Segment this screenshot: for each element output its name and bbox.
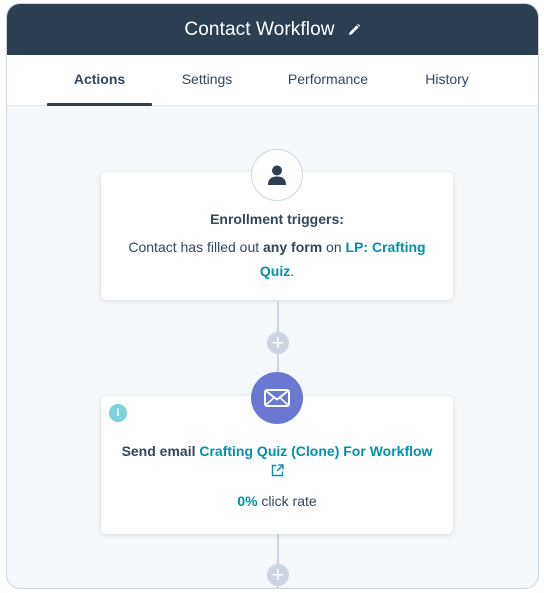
external-link-icon[interactable] <box>101 464 453 477</box>
tab-bar: Actions Settings Performance History <box>7 55 538 106</box>
envelope-icon <box>251 372 303 424</box>
trigger-any-form: any form <box>263 239 323 255</box>
workflow-title: Contact Workflow <box>184 18 335 40</box>
send-email-label: Send email <box>121 443 200 459</box>
tab-settings-label: Settings <box>181 71 233 87</box>
add-action-button[interactable]: + <box>267 332 289 354</box>
info-badge-text: i <box>116 407 120 419</box>
trigger-text-middle: on <box>322 239 346 255</box>
add-action-button[interactable]: + <box>267 564 289 586</box>
email-description: Send email Crafting Quiz (Clone) For Wor… <box>115 440 439 462</box>
tab-actions[interactable]: Actions <box>47 55 152 106</box>
trigger-title: Enrollment triggers: <box>210 211 344 227</box>
workflow-canvas: Enrollment triggers: Contact has filled … <box>7 106 538 588</box>
workflow-header: Contact Workflow <box>7 4 538 55</box>
tab-settings[interactable]: Settings <box>167 55 247 105</box>
pencil-icon[interactable] <box>347 23 361 37</box>
trigger-description: Contact has filled out any form on LP: C… <box>115 235 439 283</box>
email-name-link[interactable]: Crafting Quiz (Clone) For Workflow <box>199 443 432 459</box>
tab-performance-label: Performance <box>287 71 369 87</box>
tab-actions-label: Actions <box>73 71 126 87</box>
tab-performance[interactable]: Performance <box>272 55 384 105</box>
click-rate-value[interactable]: 0% <box>237 493 257 509</box>
info-icon[interactable]: i <box>109 404 127 422</box>
trigger-text-suffix: . <box>290 263 295 279</box>
tab-history[interactable]: History <box>412 55 482 105</box>
click-rate-stat: 0% click rate <box>101 493 453 509</box>
trigger-text-prefix: Contact has filled out <box>128 239 264 255</box>
click-rate-label: click rate <box>257 493 317 509</box>
person-icon <box>251 149 303 201</box>
tab-history-label: History <box>425 71 469 87</box>
workflow-panel: Contact Workflow Actions Settings Perfor… <box>6 3 539 589</box>
